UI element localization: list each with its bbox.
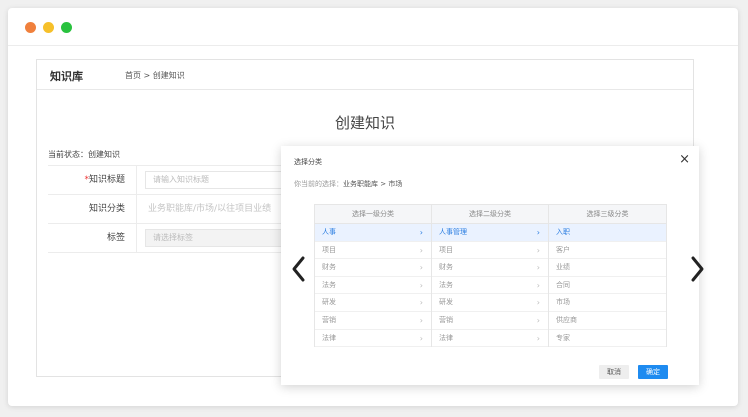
cascader-option-label: 项目 [439, 245, 453, 254]
close-icon[interactable]: × [679, 152, 690, 167]
cascader-option-label: 营销 [439, 315, 453, 324]
cascader-option[interactable]: 项目 › [315, 242, 431, 260]
current-status: 当前状态：创建知识 [48, 150, 120, 159]
cascader-column-header: 选择一级分类 [315, 205, 431, 224]
cascader-option-label: 法务 [439, 280, 453, 289]
cascader-column-3: 选择三级分类入职客户业绩合同市场供应商专家 [549, 205, 666, 348]
cascader-option-label: 供应商 [556, 315, 577, 324]
cascader-option[interactable]: 入职 [549, 224, 666, 242]
cascader-option[interactable]: 业绩 [549, 259, 666, 277]
cascader-option[interactable]: 法务 › [432, 277, 548, 295]
category-cascader: 选择一级分类 人事 › 项目 › 财务 › 法务 › 研发 › 营销 › 法律 › 选择二级分类 人事管理 › 项目… [314, 204, 667, 348]
cascader-column-2: 选择二级分类人事管理 › 项目 › 财务 › 法务 › 研发 › 营销 › 法律 › [432, 205, 549, 348]
chevron-right-icon: › [536, 280, 540, 290]
category-modal: 选择分类 × 你当前的选择：业务职能库 > 市场 选择一级分类人事 › 项目 › 财务 ›… [281, 146, 699, 385]
cascader-option[interactable]: 营销 › [315, 312, 431, 330]
selection-value: 业务职能库 > 市场 [343, 180, 403, 188]
chevron-right-icon: › [536, 263, 540, 273]
category-label: 知识分类 [48, 195, 137, 223]
chevron-left-icon[interactable] [290, 254, 308, 284]
chevron-right-icon: › [536, 315, 540, 325]
chevron-right-icon: › [419, 228, 423, 237]
cascader-option[interactable]: 人事管理 › [432, 224, 548, 242]
category-select[interactable]: 业务职能库/市场/以往项目业绩 [148, 195, 271, 223]
confirm-button[interactable]: 确定 [638, 365, 668, 379]
cascader-option[interactable]: 专家 [549, 330, 666, 348]
cascader-column-header: 选择二级分类 [432, 205, 548, 224]
selection-prefix: 你当前的选择： [294, 180, 343, 188]
cascader-option[interactable]: 项目 › [432, 242, 548, 260]
cascader-option[interactable]: 法律 › [315, 330, 431, 348]
title-label: *知识标题 [48, 166, 137, 194]
cancel-button[interactable]: 取消 [599, 365, 629, 379]
cascader-option[interactable]: 研发 › [432, 294, 548, 312]
tags-label: 标签 [48, 224, 137, 252]
cascader-option-label: 研发 [439, 298, 453, 307]
chevron-right-icon: › [536, 228, 540, 237]
cascader-option-label: 业绩 [556, 263, 570, 272]
window-titlebar [8, 8, 738, 46]
chevron-right-icon: › [419, 280, 423, 290]
cascader-option-label: 入职 [556, 228, 570, 236]
chevron-right-icon: › [419, 263, 423, 273]
cascader-option-label: 营销 [322, 315, 336, 324]
cascader-option-label: 法务 [322, 280, 336, 289]
cascader-option-label: 法律 [322, 333, 336, 342]
chevron-right-icon: › [536, 245, 540, 255]
modal-title: 选择分类 [294, 158, 322, 166]
cascader-option[interactable]: 合同 [549, 277, 666, 295]
cascader-option[interactable]: 财务 › [432, 259, 548, 277]
chevron-right-icon: › [419, 315, 423, 325]
cascader-option-label: 人事管理 [439, 228, 467, 236]
cascader-option[interactable]: 法务 › [315, 277, 431, 295]
cascader-option[interactable]: 研发 › [315, 294, 431, 312]
cascader-option-label: 人事 [322, 228, 336, 236]
minimize-window-dot[interactable] [43, 22, 54, 33]
current-selection: 你当前的选择：业务职能库 > 市场 [294, 179, 402, 189]
cascader-option[interactable]: 财务 › [315, 259, 431, 277]
cascader-option-label: 客户 [556, 245, 570, 254]
chevron-right-icon: › [419, 333, 423, 343]
cascader-option[interactable]: 营销 › [432, 312, 548, 330]
cascader-option-label: 财务 [322, 263, 336, 272]
cascader-column-header: 选择三级分类 [549, 205, 666, 224]
chevron-right-icon: › [419, 245, 423, 255]
chevron-right-icon: › [536, 298, 540, 308]
cascader-option[interactable]: 人事 › [315, 224, 431, 242]
title-label-text: 知识标题 [88, 175, 125, 185]
close-window-dot[interactable] [25, 22, 36, 33]
cascader-column-1: 选择一级分类人事 › 项目 › 财务 › 法务 › 研发 › 营销 › 法律 › [315, 205, 432, 348]
maximize-window-dot[interactable] [61, 22, 72, 33]
cascader-option[interactable]: 供应商 [549, 312, 666, 330]
page-title: 创建知识 [334, 114, 395, 132]
cascader-option-label: 财务 [439, 263, 453, 272]
cascader-option[interactable]: 市场 [549, 294, 666, 312]
chevron-right-icon: › [536, 333, 540, 343]
cascader-option-label: 市场 [556, 298, 570, 307]
cascader-option[interactable]: 客户 [549, 242, 666, 260]
cascader-option-label: 法律 [439, 333, 453, 342]
breadcrumb[interactable]: 首页 > 创建知识 [125, 70, 185, 81]
app-title: 知识库 [50, 70, 83, 83]
app-header: 知识库 首页 > 创建知识 [37, 60, 693, 90]
cascader-option-label: 项目 [322, 245, 336, 254]
cascader-option-label: 合同 [556, 280, 570, 289]
cascader-option[interactable]: 法律 › [432, 330, 548, 348]
chevron-right-icon[interactable] [688, 254, 706, 284]
cascader-option-label: 专家 [556, 333, 570, 342]
chevron-right-icon: › [419, 298, 423, 308]
cascader-option-label: 研发 [322, 298, 336, 307]
